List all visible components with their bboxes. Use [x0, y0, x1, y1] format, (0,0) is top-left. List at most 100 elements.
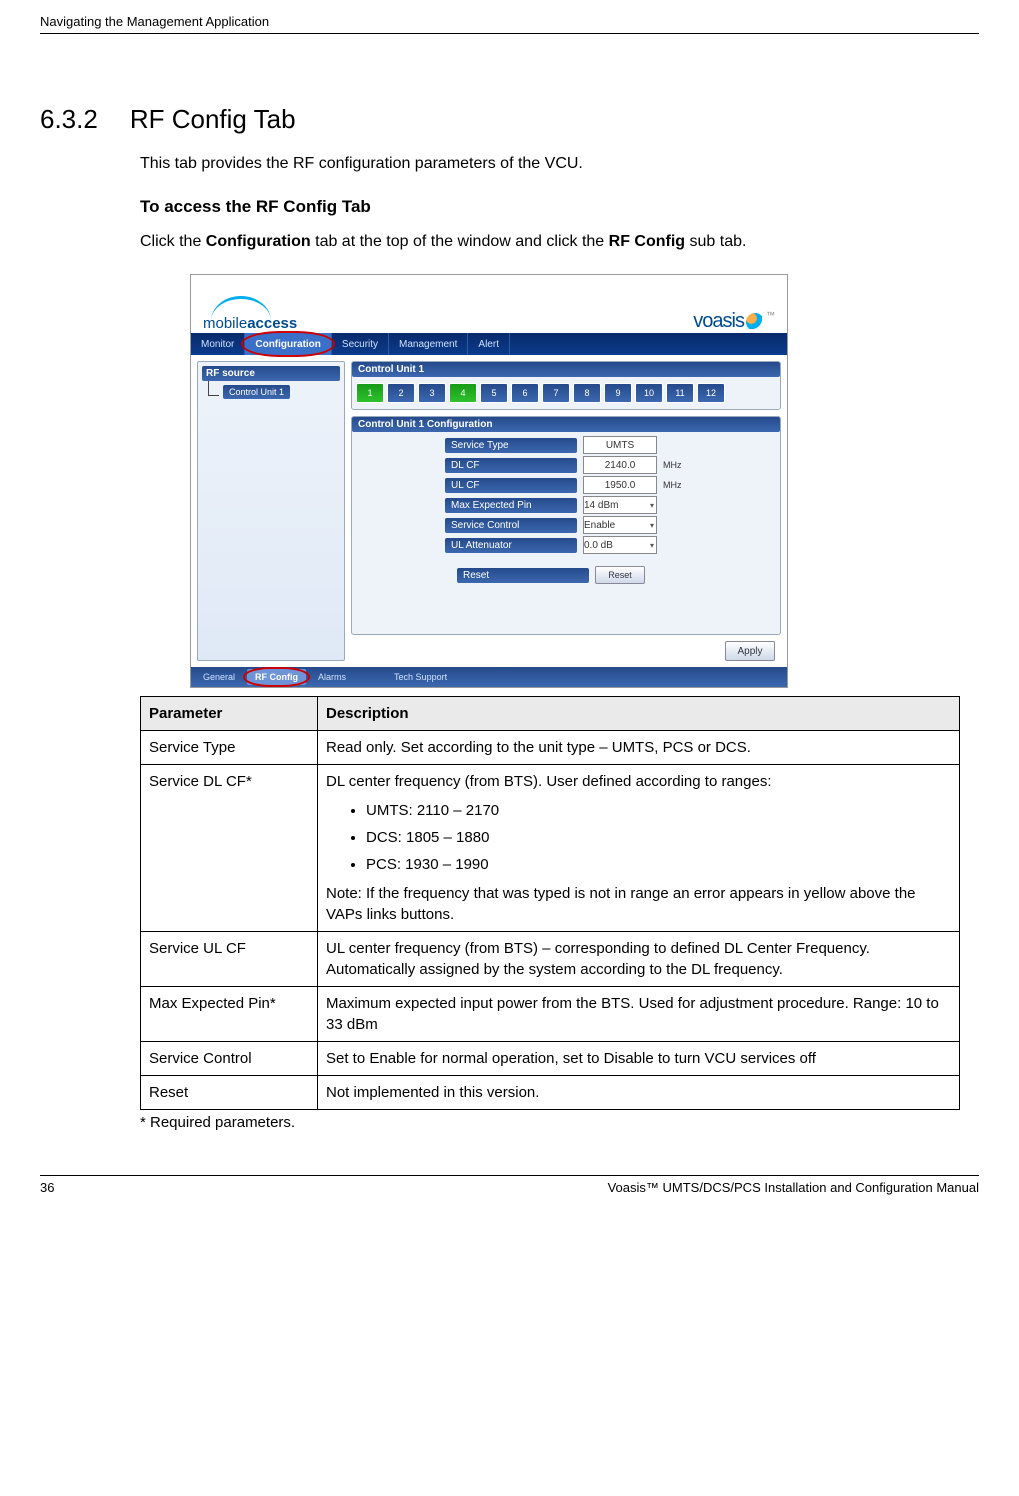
section-intro: This tab provides the RF configuration p…: [140, 153, 979, 175]
sub-tabbar: General RF Config Alarms Tech Support: [191, 667, 787, 687]
panel-configuration: Control Unit 1 Configuration Service Typ…: [351, 416, 781, 635]
vap-button-12[interactable]: 12: [697, 383, 725, 403]
label-max-pin: Max Expected Pin: [445, 498, 577, 513]
vap-button-11[interactable]: 11: [666, 383, 694, 403]
rfconfig-subtab-ref: RF Config: [609, 233, 685, 250]
logo-text: voasis: [693, 310, 744, 333]
page-number: 36: [40, 1180, 54, 1195]
vap-button-3[interactable]: 3: [418, 383, 446, 403]
list-item: PCS: 1930 – 1990: [366, 854, 951, 875]
sidebar: RF source Control Unit 1: [197, 361, 345, 661]
label-ul-cf: UL CF: [445, 478, 577, 493]
page-footer: 36 Voasis™ UMTS/DCS/PCS Installation and…: [40, 1175, 979, 1195]
vap-button-6[interactable]: 6: [511, 383, 539, 403]
cell-parameter: Service Type: [141, 731, 318, 765]
cell-description: DL center frequency (from BTS). User def…: [318, 765, 960, 932]
panel-title: Control Unit 1 Configuration: [352, 417, 780, 432]
text: DL center frequency (from BTS). User def…: [326, 771, 951, 792]
vap-button-2[interactable]: 2: [387, 383, 415, 403]
table-row: Service DL CF* DL center frequency (from…: [141, 765, 960, 932]
footer-title: Voasis™ UMTS/DCS/PCS Installation and Co…: [608, 1180, 979, 1195]
list-item: UMTS: 2110 – 2170: [366, 800, 951, 821]
section-heading: 6.3.2 RF Config Tab: [40, 104, 979, 135]
subtab-alarms[interactable]: Alarms: [310, 669, 354, 685]
label-service-control: Service Control: [445, 518, 577, 533]
logo-text: mobile: [203, 315, 247, 332]
table-row: Service Control Set to Enable for normal…: [141, 1042, 960, 1076]
parameters-table: Parameter Description Service Type Read …: [140, 696, 960, 1110]
unit-ul-cf: MHz: [663, 480, 687, 490]
tab-security[interactable]: Security: [332, 333, 389, 355]
row-reset: Reset Reset: [457, 566, 675, 584]
logo-text: access: [247, 315, 297, 332]
row-service-control: Service Control Enable: [445, 516, 687, 534]
subtab-general[interactable]: General: [195, 669, 243, 685]
vap-button-7[interactable]: 7: [542, 383, 570, 403]
vap-button-9[interactable]: 9: [604, 383, 632, 403]
app-screenshot: mobileaccess voasis ™ Monitor Configurat…: [190, 274, 788, 688]
configuration-tab-ref: Configuration: [206, 233, 311, 250]
table-row: Max Expected Pin* Maximum expected input…: [141, 987, 960, 1042]
reset-button[interactable]: Reset: [595, 566, 645, 584]
label-ul-attenuator: UL Attenuator: [445, 538, 577, 553]
cell-parameter: Service Control: [141, 1042, 318, 1076]
running-header: Navigating the Management Application: [40, 14, 979, 34]
label-dl-cf: DL CF: [445, 458, 577, 473]
voasis-logo: voasis ™: [693, 310, 775, 333]
table-row: Service Type Read only. Set according to…: [141, 731, 960, 765]
th-description: Description: [318, 697, 960, 731]
row-dl-cf: DL CF 2140.0 MHz: [445, 456, 687, 474]
th-parameter: Parameter: [141, 697, 318, 731]
row-ul-cf: UL CF 1950.0 MHz: [445, 476, 687, 494]
app-header: mobileaccess voasis ™: [191, 275, 787, 333]
tab-configuration[interactable]: Configuration: [245, 333, 332, 355]
tabbar-fill: [510, 333, 787, 355]
range-list: UMTS: 2110 – 2170 DCS: 1805 – 1880 PCS: …: [366, 800, 951, 875]
cell-description: Maximum expected input power from the BT…: [318, 987, 960, 1042]
swirl-icon: [746, 313, 764, 331]
vap-button-10[interactable]: 10: [635, 383, 663, 403]
sidebar-title: RF source: [202, 366, 340, 381]
cell-description: Not implemented in this version.: [318, 1076, 960, 1110]
mobileaccess-logo: mobileaccess: [203, 298, 297, 333]
row-service-type: Service Type UMTS: [445, 436, 687, 454]
text: tab at the top of the window and click t…: [311, 233, 609, 250]
cell-parameter: Max Expected Pin*: [141, 987, 318, 1042]
subtab-tech-support[interactable]: Tech Support: [386, 669, 455, 685]
vap-button-8[interactable]: 8: [573, 383, 601, 403]
row-ul-attenuator: UL Attenuator 0.0 dB: [445, 536, 687, 554]
sidebar-node-control-unit-1[interactable]: Control Unit 1: [223, 385, 290, 399]
row-max-pin: Max Expected Pin 14 dBm: [445, 496, 687, 514]
text: Click the: [140, 233, 206, 250]
table-row: Reset Not implemented in this version.: [141, 1076, 960, 1110]
unit-dl-cf: MHz: [663, 460, 687, 470]
vap-row: 1 2 3 4 5 6 7 8 9 10 11 12: [356, 381, 776, 405]
cell-description: UL center frequency (from BTS) – corresp…: [318, 932, 960, 987]
tm-mark: ™: [766, 310, 775, 320]
input-dl-cf[interactable]: 2140.0: [583, 456, 657, 474]
select-ul-attenuator[interactable]: 0.0 dB: [583, 536, 657, 554]
text: sub tab.: [685, 233, 746, 250]
cell-description: Set to Enable for normal operation, set …: [318, 1042, 960, 1076]
subtab-rf-config[interactable]: RF Config: [247, 669, 306, 685]
cell-parameter: Reset: [141, 1076, 318, 1110]
panel-title: Control Unit 1: [352, 362, 780, 377]
apply-button[interactable]: Apply: [725, 641, 775, 661]
select-max-pin[interactable]: 14 dBm: [583, 496, 657, 514]
tab-management[interactable]: Management: [389, 333, 468, 355]
label-reset: Reset: [457, 568, 589, 583]
value-service-type: UMTS: [583, 436, 657, 454]
list-item: DCS: 1805 – 1880: [366, 827, 951, 848]
vap-button-5[interactable]: 5: [480, 383, 508, 403]
vap-button-4[interactable]: 4: [449, 383, 477, 403]
vap-button-1[interactable]: 1: [356, 383, 384, 403]
tree-connector-icon: [208, 381, 219, 396]
value-ul-cf: 1950.0: [583, 476, 657, 494]
tab-alert[interactable]: Alert: [468, 333, 510, 355]
required-note: * Required parameters.: [140, 1114, 979, 1131]
text: Note: If the frequency that was typed is…: [326, 883, 951, 925]
access-instructions: Click the Configuration tab at the top o…: [140, 231, 979, 253]
tab-monitor[interactable]: Monitor: [191, 333, 245, 355]
section-number: 6.3.2: [40, 104, 98, 135]
select-service-control[interactable]: Enable: [583, 516, 657, 534]
